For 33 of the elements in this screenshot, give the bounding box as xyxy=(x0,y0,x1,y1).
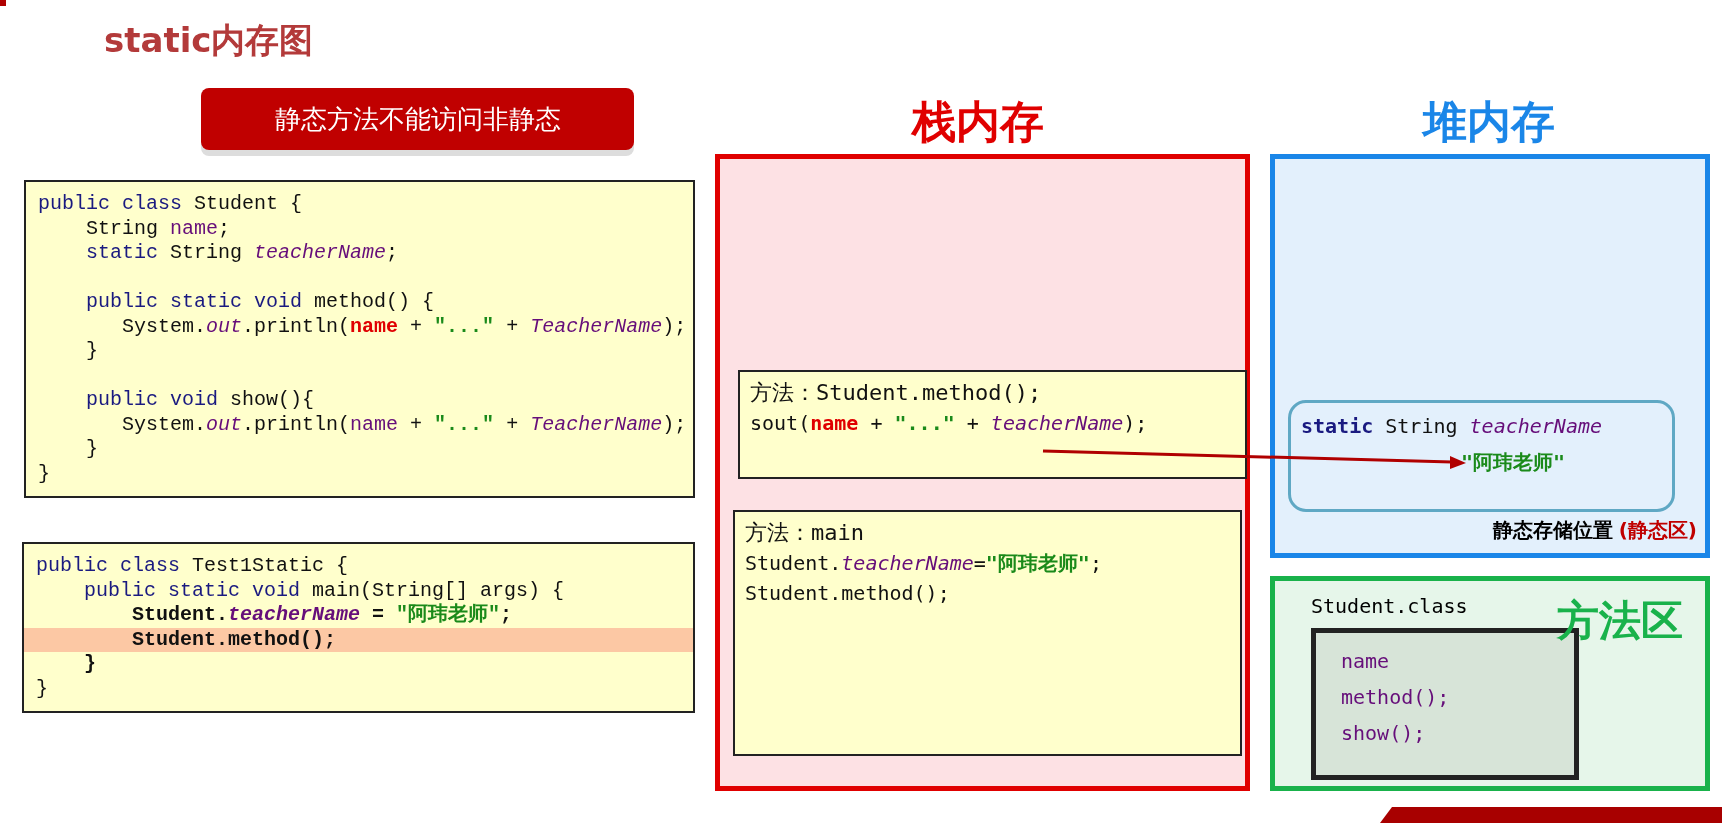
section-heading: 栈内存 xyxy=(911,96,1044,147)
section-heading: 方法区 xyxy=(1557,595,1683,647)
code-line: } xyxy=(35,676,49,701)
code-line: public static void method() { xyxy=(85,290,436,315)
code-line: String name; xyxy=(85,216,232,241)
code-line: public static void main(String[] args) { xyxy=(83,578,566,603)
class-name: Student.class xyxy=(1311,593,1468,620)
code-line: static String teacherName; xyxy=(85,241,400,266)
code-line: Student.teacherName = "阿玮老师"; xyxy=(131,603,514,628)
code-line: } xyxy=(85,339,99,364)
code-line: sout(name + "..." + teacherName); xyxy=(750,410,1149,437)
code-line: static String teacherName xyxy=(1301,413,1604,440)
class-member: show(); xyxy=(1341,719,1427,747)
class-member: method(); xyxy=(1341,683,1451,711)
code-line: public void show(){ xyxy=(85,388,316,413)
code-line: public class Student { xyxy=(37,192,304,217)
code-line: Student.method(); xyxy=(745,580,951,607)
code-line: } xyxy=(85,437,99,462)
area-note: (静态区) xyxy=(1618,517,1697,544)
code-line: } xyxy=(83,652,97,677)
code-line: Student.teacherName="阿玮老师"; xyxy=(745,550,1103,577)
code-line: public class Test1Static { xyxy=(35,554,350,579)
corner-mark xyxy=(0,0,6,6)
code-line: System.out.println(name + "..." + TeacherName); xyxy=(121,412,685,437)
code-line: 方法：main xyxy=(745,519,865,547)
class-member: name xyxy=(1341,647,1391,675)
area-label: 静态存储位置 xyxy=(1492,517,1613,544)
code-line: } xyxy=(37,461,51,486)
section-heading: 堆内存 xyxy=(1422,96,1555,147)
slide-title: static内存图 xyxy=(104,19,314,62)
code-line: 方法：Student.method(); xyxy=(750,379,1043,407)
string-value: "阿玮老师" xyxy=(1461,449,1567,476)
code-line: System.out.println(name + "..." + TeacherName); xyxy=(121,314,685,339)
